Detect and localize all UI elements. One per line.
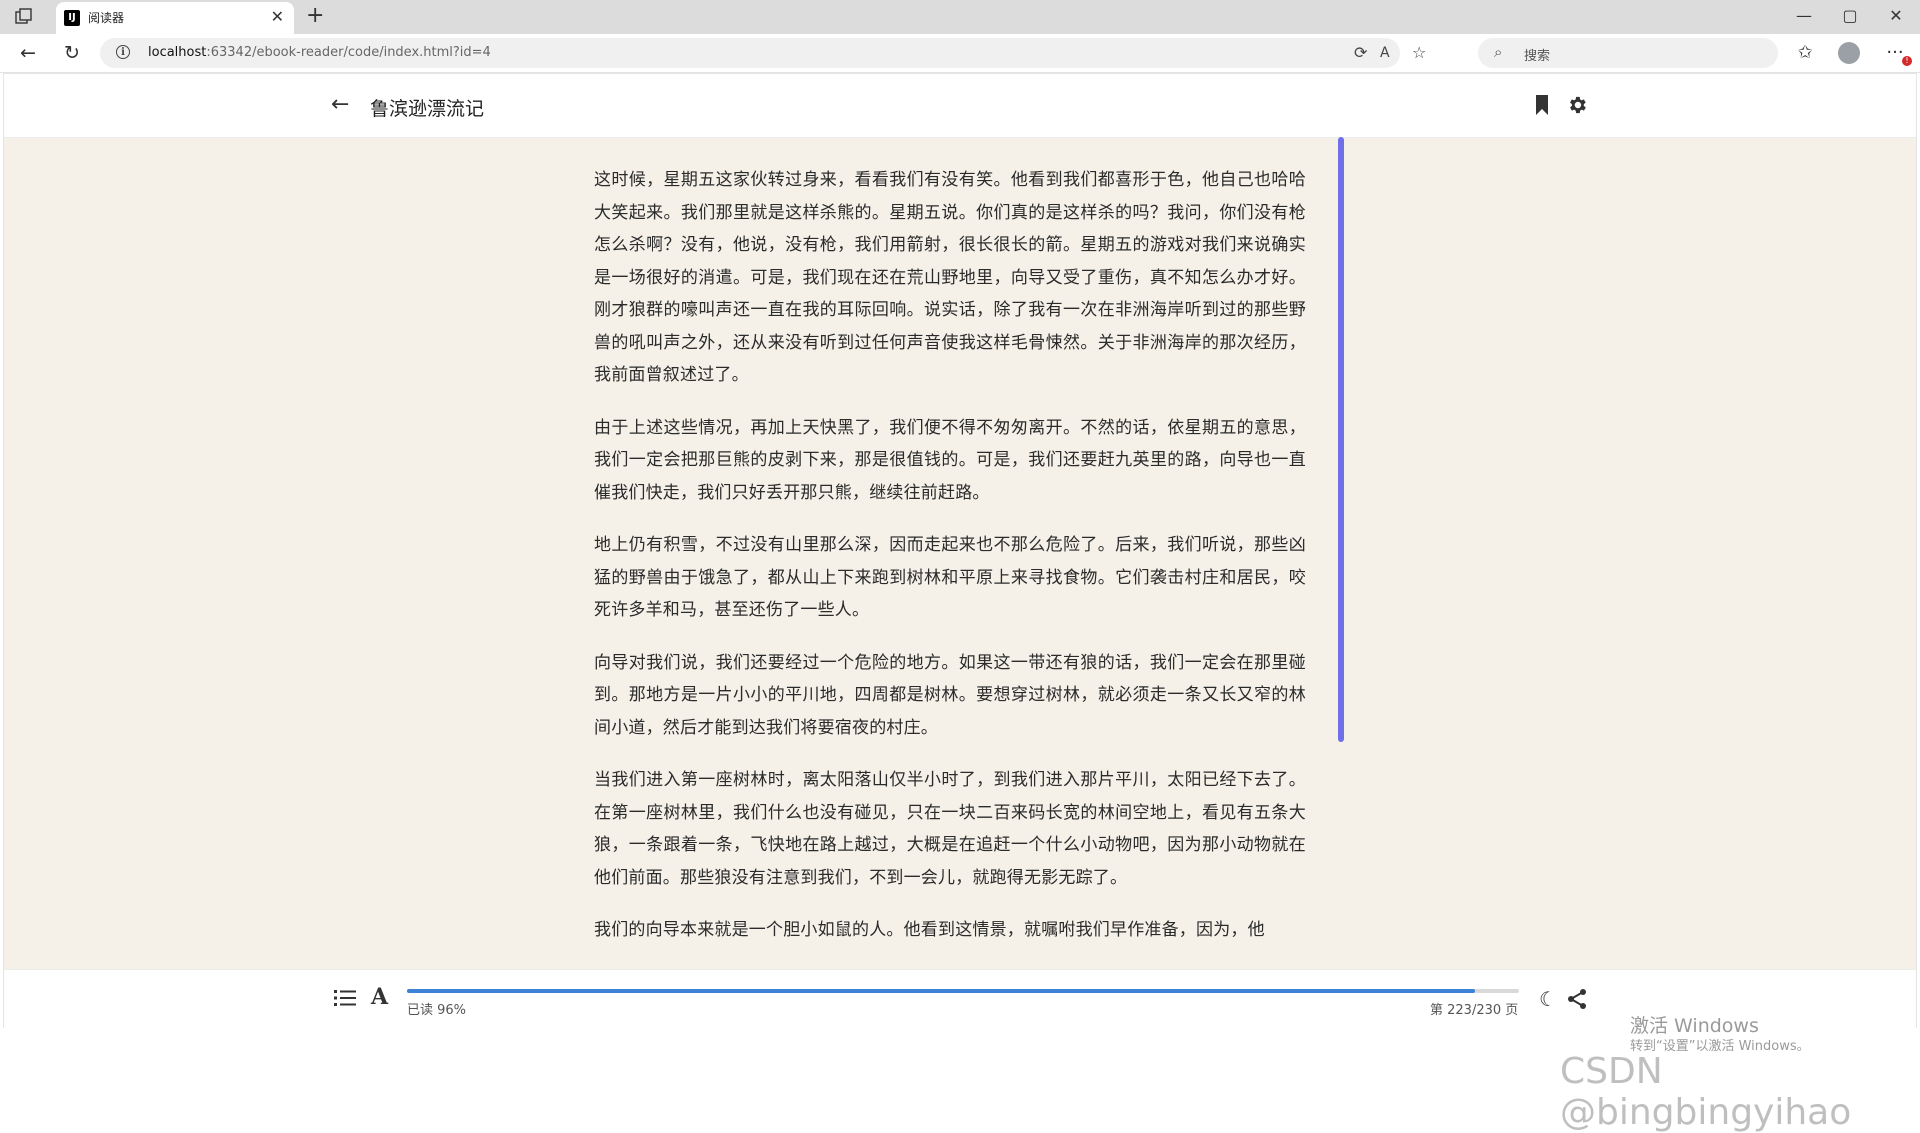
paragraph: 由于上述这些情况，再加上天快黑了，我们便不得不匆匆离开。不然的话，依星期五的意思… [594,417,1306,503]
address-bar[interactable]: i localhost:63342/ebook-reader/code/inde… [100,38,1426,68]
browser-toolbar: ← ↻ i localhost:63342/ebook-reader/code/… [0,34,1920,73]
csdn-watermark: CSDN @bingbingyihao [1560,1051,1852,1133]
reader-header: ← 鲁滨逊漂流记 [4,74,1916,138]
reader-scrollbar-thumb[interactable] [1338,137,1344,742]
profile-avatar[interactable] [1838,42,1860,64]
back-arrow-icon[interactable]: ← [331,92,349,118]
tab-close-icon[interactable]: ✕ [271,8,284,26]
page-indicator: 第 223/230 页 [1430,1003,1519,1018]
favorite-star-icon[interactable]: ☆ [1412,42,1426,64]
search-placeholder: 搜索 [1524,49,1551,64]
read-aloud-icon[interactable]: A [1380,42,1390,64]
search-icon: ⌕ [1494,43,1503,61]
refresh-icon[interactable]: ↻ [58,40,86,66]
notification-badge: ! [1902,56,1912,66]
restore-button[interactable]: ▢ [1827,4,1873,28]
close-window-button[interactable]: ✕ [1873,4,1919,28]
reader-app: ← 鲁滨逊漂流记 这时候，星期五这家伙转过身来，看看我们有没有笑。他看到我们都喜… [3,73,1917,1028]
paragraph: 当我们进入第一座树林时，离太阳落山仅半小时了，到我们进入那片平川，太阳已经下去了… [594,770,1306,888]
night-mode-icon[interactable]: ☾ [1539,987,1557,1011]
paragraph: 这时候，星期五这家伙转过身来，看看我们有没有笑。他看到我们都喜形于色，他自己也哈… [594,170,1306,385]
paragraph: 我们的向导本来就是一个胆小如鼠的人。他看到这情景，就嘱咐我们早作准备，因为，他 [594,920,1265,940]
paragraph: 向导对我们说，我们还要经过一个危险的地方。如果这一带还有狼的话，我们一定会在那里… [594,652,1306,738]
browser-tab-strip: IJ 阅读器 ✕ + — ▢ ✕ [0,0,1920,34]
page-viewport: ← 鲁滨逊漂流记 这时候，星期五这家伙转过身来，看看我们有没有笑。他看到我们都喜… [0,73,1920,1133]
reading-progress-fill [407,989,1475,993]
search-box[interactable]: ⌕ 搜索 [1478,38,1778,68]
tab-favicon-icon: IJ [64,10,80,26]
new-tab-button[interactable]: + [306,2,324,30]
translate-icon[interactable]: ⟳ [1354,42,1367,64]
share-icon[interactable] [1566,988,1588,1010]
read-percentage: 已读 96% [407,1003,467,1018]
tab-title: 阅读器 [88,11,125,25]
browser-tab-active[interactable]: IJ 阅读器 ✕ [56,2,294,34]
book-title: 鲁滨逊漂流记 [370,98,485,120]
back-icon[interactable]: ← [14,40,42,66]
font-size-icon[interactable]: A [371,984,388,1010]
site-info-icon[interactable]: i [116,45,130,59]
tab-actions-icon[interactable] [14,8,34,26]
gear-icon[interactable] [1566,94,1588,116]
minimize-button[interactable]: — [1781,4,1827,28]
reading-progress-bar[interactable] [407,989,1519,993]
bookmark-icon[interactable] [1535,94,1549,116]
url-text[interactable]: localhost:63342/ebook-reader/code/index.… [148,45,491,60]
paragraph: 地上仍有积雪，不过没有山里那么深，因而走起来也不那么危险了。后来，我们听说，那些… [594,535,1306,620]
favorites-icon[interactable]: ✩ [1790,40,1820,66]
windows-activation-watermark: 激活 Windows [1630,1015,1759,1037]
table-of-contents-icon[interactable] [334,988,356,1008]
reader-content[interactable]: 这时候，星期五这家伙转过身来，看看我们有没有笑。他看到我们都喜形于色，他自己也哈… [594,164,1306,974]
